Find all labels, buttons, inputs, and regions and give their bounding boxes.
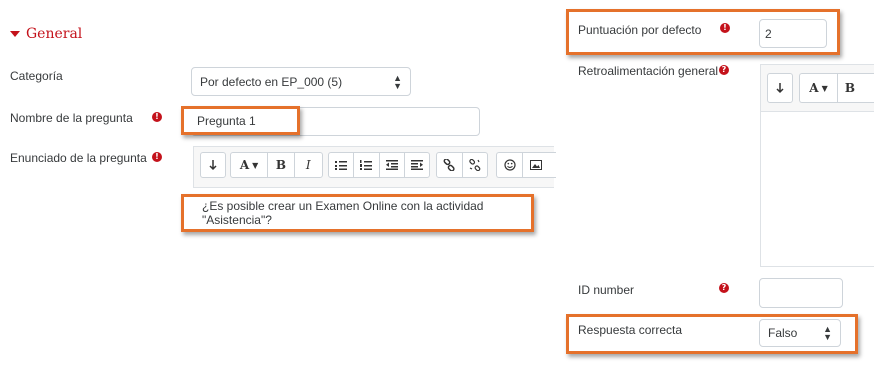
bold-button[interactable]: B — [268, 153, 295, 177]
required-icon: ! — [152, 152, 162, 162]
bullet-list-button[interactable] — [329, 153, 355, 177]
id-number-label: ID number — [578, 283, 635, 297]
link-icon — [443, 159, 455, 171]
link-group — [436, 152, 488, 178]
question-text-value: ¿Es posible crear un Examen Online con l… — [202, 199, 484, 227]
image-button[interactable] — [523, 153, 548, 177]
bullet-list-icon — [335, 161, 348, 170]
numbered-list-button[interactable] — [354, 153, 380, 177]
select-arrows-icon: ▲ ▼ — [393, 72, 402, 91]
numbered-list-icon — [360, 160, 373, 170]
caret-down-icon — [10, 31, 20, 37]
image-icon — [529, 160, 542, 170]
default-mark-value: 2 — [765, 26, 772, 41]
category-label: Categoría — [10, 69, 63, 83]
feedback-toolbar-toggle-button[interactable] — [767, 73, 793, 103]
outdent-button[interactable] — [380, 153, 405, 177]
default-mark-input[interactable]: 2 — [759, 19, 827, 48]
correct-answer-label: Respuesta correcta — [578, 323, 683, 337]
outdent-icon — [385, 160, 398, 170]
question-name-value: Pregunta 1 — [197, 113, 256, 128]
font-style-button[interactable]: A ▼ — [231, 153, 269, 177]
correct-answer-value: Falso — [768, 326, 798, 340]
unlink-icon — [469, 159, 481, 171]
feedback-bold-button[interactable]: B — [838, 74, 862, 102]
help-icon[interactable]: ? — [719, 65, 729, 75]
select-arrows-icon: ▲ ▼ — [823, 324, 832, 342]
toggle-toolbar-icon — [776, 83, 784, 94]
indent-icon — [410, 160, 423, 170]
smiley-icon — [503, 159, 516, 171]
feedback-font-style-button[interactable]: A ▼ — [800, 74, 838, 102]
id-number-input[interactable] — [759, 278, 843, 308]
feedback-format-group: A ▼ B — [799, 73, 874, 103]
editor-toolbar: A ▼ B I — [193, 146, 556, 188]
section-title: General — [26, 26, 83, 42]
required-icon: ! — [720, 23, 730, 33]
feedback-editor-content[interactable] — [760, 112, 874, 267]
default-mark-label: Puntuación por defecto — [578, 23, 702, 37]
question-name-label: Nombre de la pregunta — [10, 111, 133, 125]
section-header[interactable]: General — [10, 26, 82, 42]
required-icon: ! — [152, 112, 162, 122]
feedback-editor-toolbar: A ▼ B — [760, 64, 874, 112]
toggle-toolbar-icon — [209, 160, 217, 171]
insert-group — [496, 152, 556, 178]
question-name-highlight: Pregunta 1 — [181, 106, 300, 135]
emoticon-button[interactable] — [497, 153, 523, 177]
help-icon[interactable]: ? — [719, 283, 729, 293]
italic-button[interactable]: I — [295, 153, 322, 177]
toolbar-toggle-button[interactable] — [200, 152, 226, 178]
indent-button[interactable] — [405, 153, 429, 177]
dropdown-icon: ▼ — [821, 83, 828, 93]
format-group: A ▼ B I — [230, 152, 323, 178]
dropdown-icon: ▼ — [252, 160, 259, 170]
correct-answer-select[interactable]: Falso ▲ ▼ — [759, 319, 841, 347]
unlink-button[interactable] — [463, 153, 488, 177]
link-button[interactable] — [437, 153, 463, 177]
category-select[interactable]: Por defecto en EP_000 (5) ▲ ▼ — [191, 67, 411, 96]
category-value: Por defecto en EP_000 (5) — [200, 74, 343, 89]
question-text-label: Enunciado de la pregunta — [10, 151, 147, 165]
list-group — [328, 152, 430, 178]
question-text-highlight: ¿Es posible crear un Examen Online con l… — [181, 194, 534, 232]
general-feedback-label: Retroalimentación general — [578, 64, 719, 78]
